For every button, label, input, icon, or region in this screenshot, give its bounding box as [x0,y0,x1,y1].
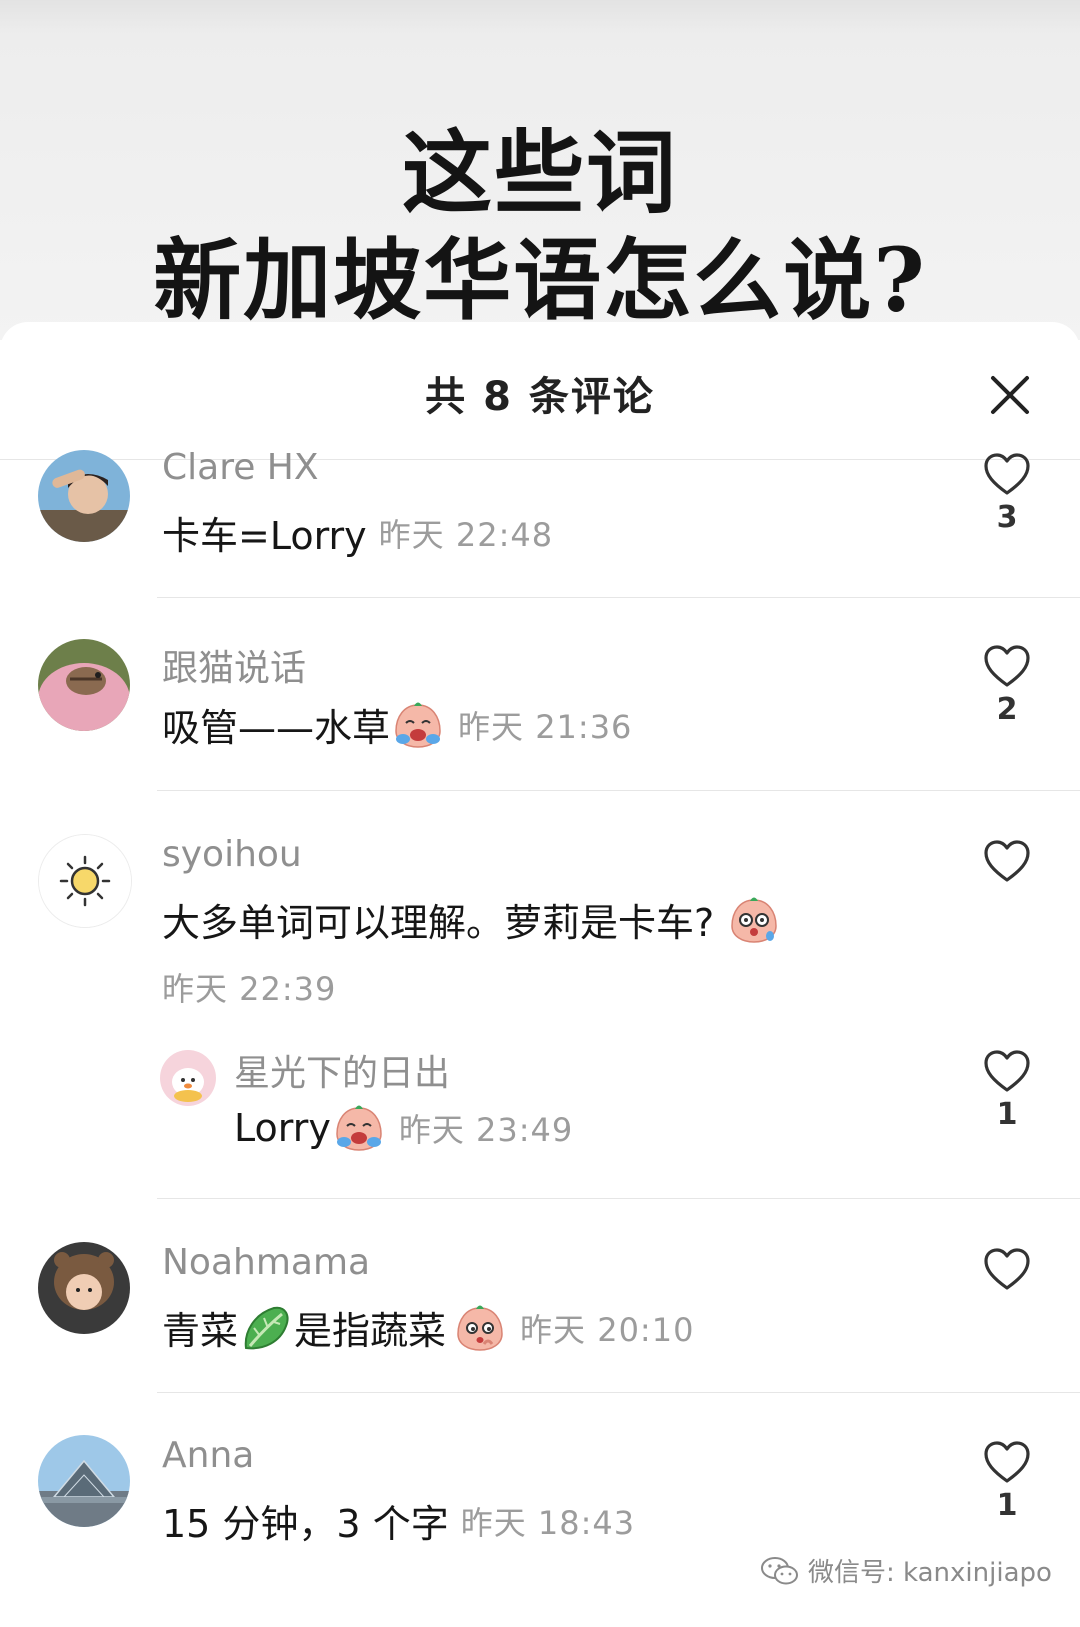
comment-time: 昨天 22:39 [162,970,337,1008]
heart-icon [984,453,1030,495]
heart-icon [984,1441,1030,1483]
like-button[interactable] [980,839,1034,883]
like-button[interactable]: 3 [980,452,1034,535]
thinking-emoji-icon [457,1305,503,1351]
avatar[interactable] [38,1435,130,1527]
comment-time: 昨天 20:10 [520,1310,695,1349]
cover-title-line2: 新加坡华语怎么说? [153,228,927,332]
like-count: 2 [996,692,1018,727]
comment-text-line: 卡车=Lorry 昨天 22:48 [162,505,553,560]
comment-text: 大多单词可以理解。萝莉是卡车? [162,901,715,945]
like-button[interactable] [980,1247,1034,1291]
comment-item: 跟猫说话 吸管——水草 昨天 21:36 2 [0,639,1080,789]
comment-item: syoihou 大多单词可以理解。萝莉是卡车? 昨天 22:39 星光下的日出 … [0,834,1080,1194]
comment-sheet: 共 8 条评论 Clare HX 卡车=Lorry 昨天 22:48 3 跟猫说… [0,322,1080,1627]
close-icon [991,376,1029,414]
username[interactable]: Anna [162,1435,254,1476]
lettuce-emoji-icon [244,1306,289,1349]
comment-time: 昨天 22:48 [378,515,554,554]
comment-text: 15 分钟，3 个字 [162,1502,449,1546]
comment-text-line: 大多单词可以理解。萝莉是卡车? [162,892,782,947]
comment-text-line: 青菜 是指蔬菜 昨天 20:10 [162,1300,694,1355]
reply-text: Lorry [234,1106,331,1150]
avatar[interactable] [38,450,130,542]
divider [157,597,1080,598]
comment-text: 青菜 [162,1309,239,1353]
username[interactable]: 跟猫说话 [162,639,306,691]
reply-username[interactable]: 星光下的日出 [234,1044,450,1096]
comment-text-line: 吸管——水草 昨天 21:36 [162,697,632,752]
comment-time: 昨天 21:36 [458,707,633,746]
reply-text-line: Lorry 昨天 23:49 [234,1102,573,1154]
comment-text: 卡车=Lorry [162,514,367,558]
shocked-emoji-icon [731,897,777,943]
divider [157,1392,1080,1393]
reply-avatar[interactable] [160,1050,216,1106]
comment-text-line: 15 分钟，3 个字 昨天 18:43 [162,1493,635,1548]
divider [157,790,1080,791]
divider [157,1198,1080,1199]
like-count: 1 [996,1488,1018,1523]
heart-icon [984,645,1030,687]
heart-icon [984,1050,1030,1092]
like-button[interactable]: 2 [980,644,1034,727]
comment-text: 吸管——水草 [162,706,391,750]
avatar[interactable] [38,834,132,928]
video-cover: 这些词 新加坡华语怎么说? [0,0,1080,340]
comment-item: Noahmama 青菜 是指蔬菜 昨天 20:10 [0,1242,1080,1392]
close-button[interactable] [985,370,1035,420]
username[interactable]: Clare HX [162,447,319,488]
sheet-header: 共 8 条评论 [0,322,1080,460]
comment-time: 昨天 18:43 [460,1503,636,1542]
like-count: 3 [996,500,1018,535]
comment-item: Clare HX 卡车=Lorry 昨天 22:48 3 [0,447,1080,597]
crying-laugh-emoji-icon [395,702,441,748]
reply-time: 昨天 23:49 [398,1111,574,1149]
watermark: 微信号: kanxinjiapo [760,1552,1052,1589]
avatar[interactable] [38,1242,130,1334]
heart-icon [984,840,1030,882]
like-button[interactable]: 1 [980,1440,1034,1523]
reply-item: 星光下的日出 Lorry 昨天 23:49 1 [0,1044,1080,1174]
heart-icon [984,1248,1030,1290]
watermark-text: 微信号: kanxinjiapo [808,1558,1052,1588]
comment-text: 是指蔬菜 [294,1309,447,1353]
like-count: 1 [996,1097,1018,1132]
wechat-icon [761,1556,798,1584]
username[interactable]: Noahmama [162,1242,370,1283]
avatar[interactable] [38,639,130,731]
crying-laugh-emoji-icon [336,1105,382,1151]
reply-like-button[interactable]: 1 [980,1049,1034,1132]
comment-count-title: 共 8 条评论 [425,374,655,420]
username[interactable]: syoihou [162,834,302,875]
